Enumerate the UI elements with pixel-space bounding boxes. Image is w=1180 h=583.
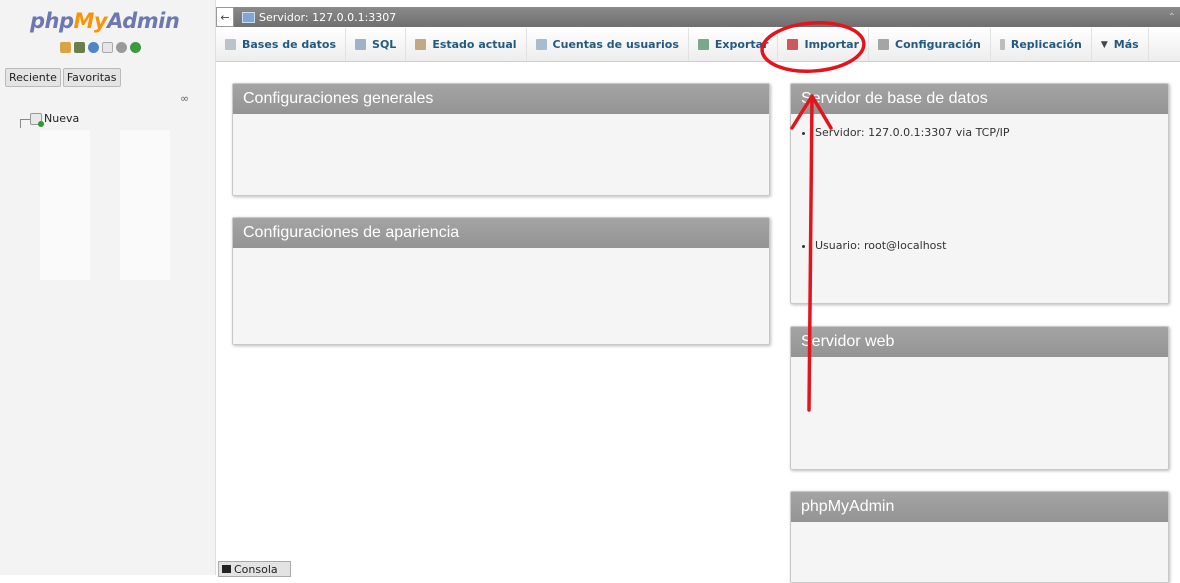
import-icon [787, 39, 799, 50]
help-icon[interactable] [88, 42, 99, 53]
settings-icon[interactable] [116, 42, 127, 53]
chevron-down-icon: ▼ [1100, 39, 1108, 50]
server-info-list: Servidor: 127.0.0.1:3307 via TCP/IP [805, 126, 1168, 139]
tree-item-new-label: Nueva [44, 112, 80, 125]
tab-settings[interactable]: Configuración [869, 28, 991, 61]
logo-php: php [30, 9, 74, 33]
logo-admin: Admin [107, 9, 180, 33]
database-server-panel: Servidor de base de datos Servidor: 127.… [790, 83, 1169, 304]
panel-title: Servidor web [791, 327, 1168, 357]
sidebar-background [40, 130, 90, 280]
tab-import[interactable]: Importar [778, 28, 870, 61]
db-icon[interactable] [74, 42, 85, 53]
phpmyadmin-panel: phpMyAdmin [790, 491, 1169, 583]
sql-icon [355, 39, 367, 50]
reload-icon[interactable] [130, 42, 141, 53]
panel-title: phpMyAdmin [791, 492, 1168, 522]
replication-icon [999, 39, 1005, 50]
tab-status[interactable]: Estado actual [406, 28, 527, 61]
collapse-sidebar-button[interactable]: ← [216, 7, 234, 27]
tab-user-accounts[interactable]: Cuentas de usuarios [527, 28, 689, 61]
new-database-icon [30, 112, 44, 127]
sidebar-tabs: Reciente Favoritas [5, 68, 121, 87]
scroll-top-icon[interactable]: ⌃ [1168, 12, 1176, 23]
phpmyadmin-logo[interactable]: phpMyAdmin [30, 9, 180, 33]
tree-item-new[interactable]: Nueva [20, 112, 80, 127]
export-icon [697, 39, 709, 50]
tab-label: Más [1113, 38, 1139, 51]
tab-label: Estado actual [432, 38, 517, 51]
server-icon [242, 11, 255, 23]
tab-replication[interactable]: Replicación [991, 28, 1092, 61]
tab-sql[interactable]: SQL [346, 28, 407, 61]
tab-label: Cuentas de usuarios [552, 38, 679, 51]
tab-label: SQL [372, 38, 397, 51]
home-icon[interactable] [60, 42, 71, 53]
user-info-item: Usuario: root@localhost [815, 239, 1168, 252]
docs-icon[interactable] [102, 42, 113, 53]
server-info-item: Servidor: 127.0.0.1:3307 via TCP/IP [815, 126, 1168, 139]
appearance-settings-panel: Configuraciones de apariencia [232, 217, 770, 345]
status-icon [415, 39, 427, 50]
tab-label: Exportar [714, 38, 769, 51]
tab-recent[interactable]: Reciente [5, 68, 61, 87]
wrench-icon [878, 39, 890, 50]
sidebar-background [120, 130, 170, 280]
tab-export[interactable]: Exportar [689, 28, 779, 61]
panel-title: Configuraciones generales [233, 84, 769, 114]
databases-icon [225, 39, 236, 50]
tab-label: Configuración [895, 38, 981, 51]
sidebar-icon-bar [60, 42, 141, 53]
user-info-list: Usuario: root@localhost [805, 239, 1168, 252]
tab-databases[interactable]: Bases de datos [216, 28, 347, 61]
general-settings-panel: Configuraciones generales [232, 83, 770, 196]
tab-favorites[interactable]: Favoritas [62, 68, 121, 87]
console-label: Consola [234, 562, 278, 576]
users-icon [535, 39, 547, 50]
navigation-sidebar: phpMyAdmin Reciente Favoritas ∞ Nueva [0, 0, 216, 575]
web-server-panel: Servidor web [790, 326, 1169, 470]
top-menu: Bases de datos SQL Estado actual Cuentas… [216, 28, 1180, 62]
console-icon [222, 565, 231, 573]
link-icon[interactable]: ∞ [180, 92, 189, 105]
tab-label: Replicación [1010, 38, 1082, 51]
panel-title: Servidor de base de datos [791, 84, 1168, 114]
server-breadcrumb-bar: ← Servidor: 127.0.0.1:3307 ⌃ [216, 7, 1180, 27]
panel-title: Configuraciones de apariencia [233, 218, 769, 248]
server-breadcrumb[interactable]: Servidor: 127.0.0.1:3307 [259, 11, 396, 24]
tab-label: Importar [804, 38, 860, 51]
tab-label: Bases de datos [242, 38, 337, 51]
tab-more[interactable]: ▼ Más [1092, 28, 1149, 61]
logo-my: My [73, 9, 108, 33]
